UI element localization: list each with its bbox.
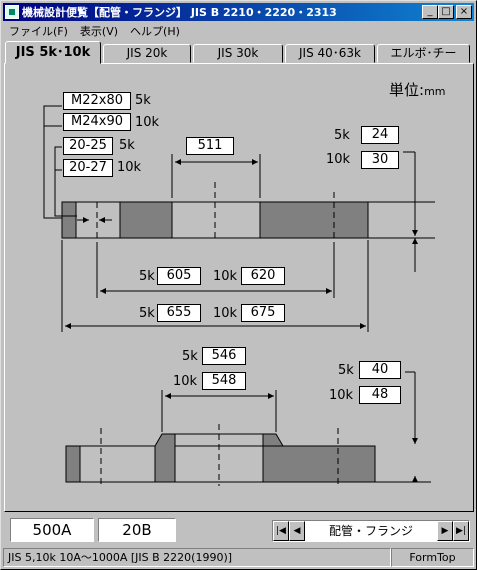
hole-spec-5k: 20-25 (63, 137, 113, 155)
hub-value-5k: 546 (202, 347, 246, 365)
hole-spec-10k: 20-27 (63, 159, 113, 177)
menu-help[interactable]: ヘルプ(H) (124, 23, 186, 39)
thickness-value-10k: 30 (361, 151, 399, 169)
menu-bar: ファイル(F) 表示(V) ヘルプ(H) (3, 22, 186, 40)
bolt-size-10k: M24x90 (63, 113, 131, 131)
minimize-button[interactable]: _ (422, 5, 438, 19)
close-button[interactable]: × (456, 5, 472, 19)
od-class-10k: 10k (213, 306, 238, 321)
od-class-5k: 5k (139, 306, 155, 321)
pcd-value-10k: 620 (241, 267, 285, 285)
nav-last-icon[interactable]: ▶| (453, 521, 469, 541)
menu-view[interactable]: 表示(V) (74, 23, 124, 39)
thickness-class-10k: 10k (326, 152, 351, 167)
thickness-class-5k: 5k (334, 128, 350, 143)
menu-file[interactable]: ファイル(F) (3, 23, 74, 39)
bottom-bar: 500A 20B |◀ ◀ 配管・フランジ ▶ ▶| (4, 515, 474, 545)
app-icon[interactable] (5, 5, 19, 19)
navigator-label: 配管・フランジ (328, 524, 413, 538)
unit-label: 単位:mm (389, 81, 446, 99)
size-b-field[interactable]: 20B (98, 518, 176, 542)
title-bar[interactable]: 機械設計便覧【配管・フランジ】 JIS B 2210・2220・2313 _ □… (3, 3, 474, 21)
tab-jis-5k-10k[interactable]: JIS 5k･10k (5, 41, 101, 64)
record-navigator: |◀ ◀ 配管・フランジ ▶ ▶| (272, 520, 470, 542)
flange-drawing (43, 105, 435, 486)
hub-value-10k: 548 (202, 372, 246, 390)
bottom-thickness-value-5k: 40 (359, 361, 401, 379)
tab-jis-30k[interactable]: JIS 30k (193, 44, 283, 63)
main-window: 機械設計便覧【配管・フランジ】 JIS B 2210・2220・2313 _ □… (0, 0, 477, 570)
hole-class-10k: 10k (117, 160, 142, 175)
bottom-thickness-value-10k: 48 (359, 386, 401, 404)
hole-class-5k: 5k (119, 138, 135, 153)
bottom-thickness-class-10k: 10k (329, 388, 354, 403)
tab-jis-40-63k[interactable]: JIS 40･63k (285, 44, 375, 63)
status-bar: JIS 5,10k 10A～1000A [JIS B 2220(1990)] F… (3, 548, 474, 567)
bottom-flange-section (65, 424, 376, 486)
nav-prev-icon[interactable]: ◀ (289, 521, 305, 541)
status-form: FormTop (391, 548, 474, 567)
bolt-size-5k: M22x80 (63, 92, 131, 110)
pcd-class-5k: 5k (139, 269, 155, 284)
nav-first-icon[interactable]: |◀ (273, 521, 289, 541)
od-value-10k: 675 (241, 304, 285, 322)
tab-strip: JIS 5k･10k JIS 20k JIS 30k JIS 40･63k エル… (3, 41, 474, 64)
hub-class-5k: 5k (182, 349, 198, 364)
thickness-value-5k: 24 (361, 126, 399, 144)
bolt-class-5k: 5k (135, 93, 151, 108)
status-text: JIS 5,10k 10A～1000A [JIS B 2220(1990)] (3, 548, 391, 567)
pcd-value-5k: 605 (157, 267, 201, 285)
od-value-5k: 655 (157, 304, 201, 322)
nav-next-icon[interactable]: ▶ (437, 521, 453, 541)
raised-face-value: 511 (186, 137, 234, 155)
pcd-class-10k: 10k (213, 269, 238, 284)
bottom-thickness-class-5k: 5k (338, 363, 354, 378)
size-a-field[interactable]: 500A (10, 518, 94, 542)
tab-jis-20k[interactable]: JIS 20k (103, 44, 191, 63)
window-title: 機械設計便覧【配管・フランジ】 JIS B 2210・2220・2313 (22, 6, 337, 19)
bolt-class-10k: 10k (135, 115, 160, 130)
tab-elbow-tee[interactable]: エルボ･チー (377, 44, 470, 63)
hub-class-10k: 10k (173, 374, 198, 389)
top-flange-section (61, 182, 369, 242)
maximize-button[interactable]: □ (438, 5, 454, 19)
